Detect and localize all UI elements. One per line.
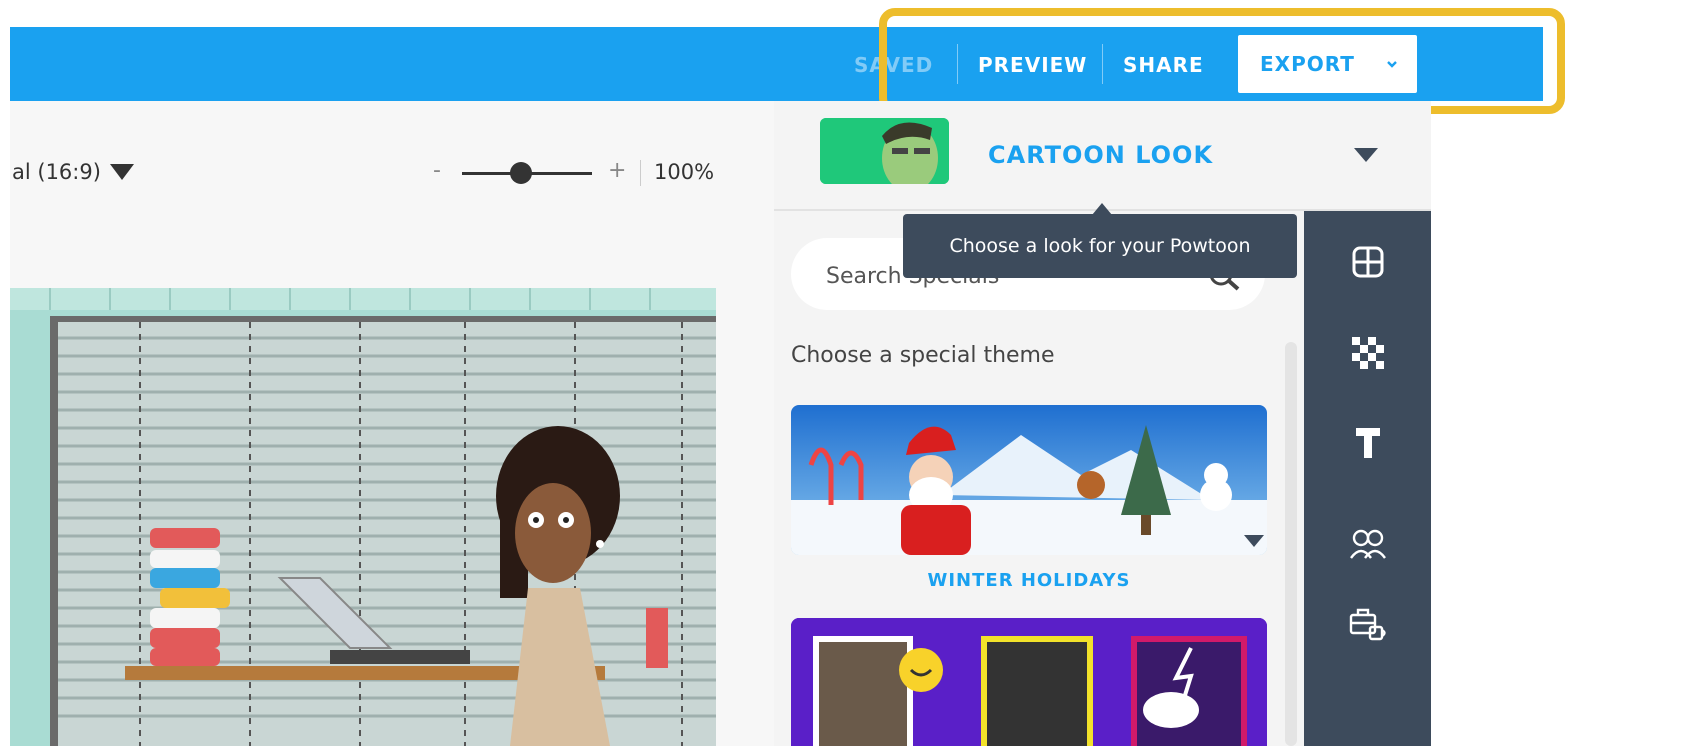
highlight-frame: [879, 8, 1565, 114]
office-scene-illustration: [10, 288, 716, 746]
look-title[interactable]: CARTOON LOOK: [988, 141, 1213, 169]
background-pattern-icon[interactable]: [1348, 333, 1388, 373]
special-theme-header: Choose a special theme: [791, 343, 1055, 368]
winter-holidays-thumbnail: [791, 405, 1267, 555]
tool-rail: [1304, 211, 1431, 746]
cartoon-look-thumbnail-icon[interactable]: [820, 118, 949, 184]
theme-card-caret-icon[interactable]: [1242, 533, 1266, 549]
panel-scrollbar[interactable]: [1285, 342, 1297, 746]
zoom-slider-handle[interactable]: [509, 162, 532, 184]
text-icon[interactable]: [1348, 422, 1388, 462]
zoom-out-button[interactable]: -: [433, 158, 441, 183]
layout-icon[interactable]: [1348, 242, 1388, 282]
look-dropdown-caret-icon[interactable]: [1352, 146, 1380, 164]
aspect-ratio-label[interactable]: al (16:9): [12, 160, 101, 184]
zoom-in-button[interactable]: +: [608, 158, 626, 183]
aspect-dropdown-caret-icon[interactable]: [108, 162, 136, 182]
zoom-value: 100%: [654, 160, 715, 184]
characters-icon[interactable]: [1348, 524, 1388, 564]
powtoon-editor: SAVED PREVIEW SHARE EXPORT al (16:9) - +…: [0, 0, 1688, 746]
zoom-divider: [640, 160, 641, 186]
theme-card-winter-holidays[interactable]: [791, 405, 1267, 555]
slide-canvas[interactable]: [10, 288, 716, 746]
second-theme-thumbnail: [791, 618, 1267, 746]
cartoon-face-icon: [820, 118, 949, 184]
props-icon[interactable]: [1348, 605, 1388, 645]
tooltip-text: Choose a look for your Powtoon: [949, 235, 1251, 257]
theme-card-label[interactable]: WINTER HOLIDAYS: [791, 570, 1267, 591]
look-tooltip: Choose a look for your Powtoon: [903, 214, 1297, 278]
theme-card-second[interactable]: [791, 618, 1267, 746]
